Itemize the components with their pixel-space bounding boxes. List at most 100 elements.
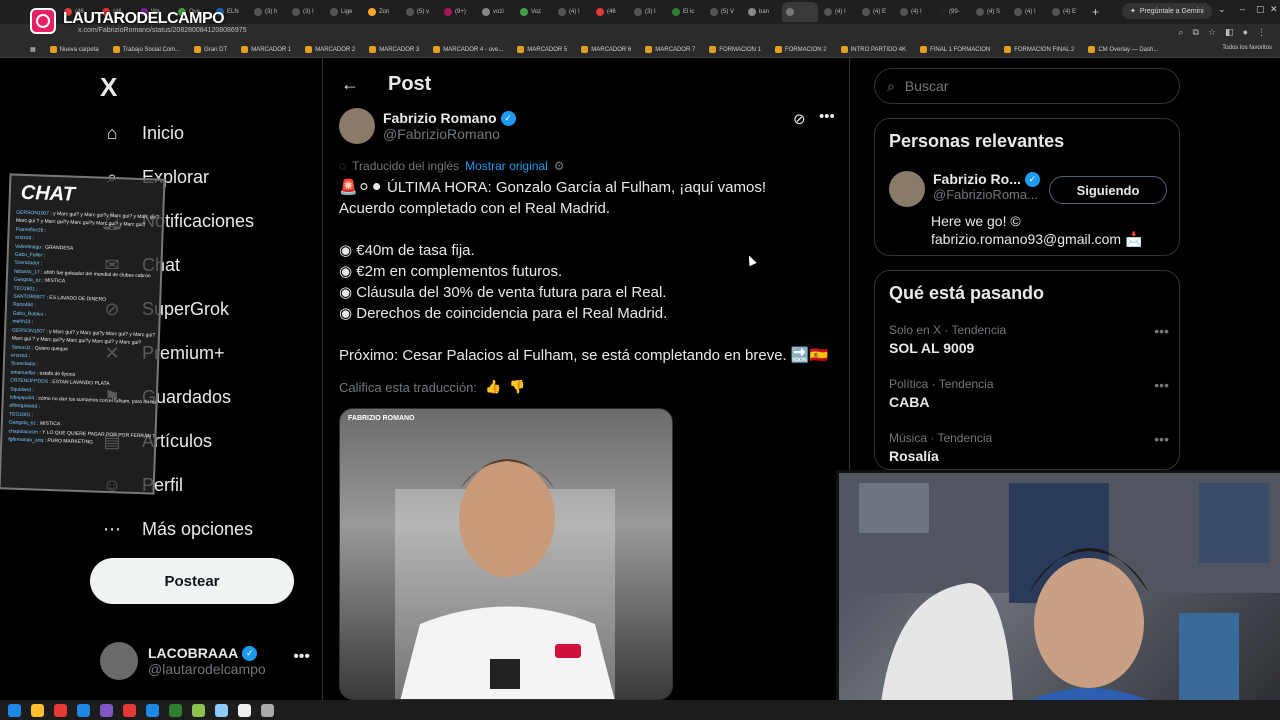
browser-icon[interactable] (146, 703, 159, 717)
post-author[interactable]: Fabrizio Romano ✓ @FabrizioRomano (339, 108, 516, 144)
trend-item[interactable]: Política · Tendencia CABA ••• (889, 377, 1169, 410)
following-button[interactable]: Siguiendo (1049, 176, 1167, 204)
app-icon[interactable] (261, 703, 274, 717)
bio-email[interactable]: fabrizio.romano93@gmail.com 📩 (931, 230, 1142, 248)
more-dots-icon[interactable]: ••• (293, 648, 310, 666)
store-icon[interactable] (77, 703, 90, 717)
chrome-icon[interactable] (54, 703, 67, 717)
thumbs-down-icon[interactable]: 👎 (509, 379, 525, 395)
x-logo[interactable]: X (100, 72, 117, 103)
nav-item-inicio[interactable]: ⌂ Inicio (100, 117, 184, 149)
gemini-button[interactable]: ✦ Pregúntale a Gemini (1122, 3, 1212, 19)
browser-tab[interactable]: (99- (934, 2, 970, 22)
new-tab-icon[interactable]: + (1092, 5, 1099, 19)
windows-start-icon[interactable] (8, 703, 21, 717)
relevant-user[interactable]: Fabrizio Ro... ✓ @FabrizioRoma... (889, 171, 1040, 207)
relevant-user-name[interactable]: Fabrizio Ro... (933, 171, 1021, 187)
close-window-icon[interactable]: ✕ (1270, 4, 1278, 15)
zoom-icon[interactable]: ⌕ (1178, 27, 1183, 38)
author-avatar[interactable] (339, 108, 375, 144)
install-icon[interactable]: ⧉ (1193, 27, 1199, 38)
maximize-icon[interactable]: ▢ (1256, 4, 1265, 15)
grok-icon[interactable]: ⊘ (793, 110, 806, 128)
browser-tab[interactable]: ban (744, 2, 780, 22)
bookmark-item[interactable]: FINAL 1 FORMACION (920, 46, 990, 53)
url-text[interactable]: x.com/FabrizioRomano/status/208280084120… (78, 27, 247, 34)
browser-tab[interactable]: (4) I (1010, 2, 1046, 22)
browser-tab[interactable]: (4) I (554, 2, 590, 22)
post-text-line (339, 219, 839, 240)
bookmark-item[interactable]: FORMACION FINAL 2 (1004, 46, 1074, 53)
bookmark-item[interactable]: MARCADOR 3 (369, 46, 419, 53)
nav-item-más-opciones[interactable]: ⋯ Más opciones (100, 513, 253, 545)
browser-tab[interactable]: (3) h (250, 2, 286, 22)
browser-tab[interactable]: (4) S (972, 2, 1008, 22)
editor-icon[interactable] (238, 703, 251, 717)
browser-tab[interactable]: (3) I (288, 2, 324, 22)
browser-tab[interactable]: Zon (364, 2, 400, 22)
trend-item[interactable]: Solo en X · Tendencia SOL AL 9009 ••• (889, 323, 1169, 356)
browser-tab[interactable]: El ic (668, 2, 704, 22)
bookmark-item[interactable]: FORMACION 1 (709, 46, 761, 53)
chevron-down-icon[interactable]: ⌄ (1218, 4, 1226, 15)
browser-tab[interactable]: vozi (478, 2, 514, 22)
trend-item[interactable]: Música · Tendencia Rosalía ••• (889, 431, 1169, 464)
more-dots-icon[interactable]: ••• (1154, 431, 1169, 447)
browser-tab[interactable]: (4) I (820, 2, 856, 22)
bookmark-item[interactable]: FORMACION 2 (774, 46, 827, 53)
more-dots-icon[interactable]: ••• (1154, 377, 1169, 393)
browser-tab[interactable]: (46 (592, 2, 628, 22)
browser-tab[interactable]: (9+) (440, 2, 476, 22)
gear-icon[interactable]: ⚙ (554, 159, 565, 173)
whatsapp-icon[interactable] (192, 703, 205, 717)
bookmark-item[interactable]: INTRO PARTIDO 4K (840, 46, 906, 53)
post-image[interactable]: FABRIZIO ROMANO (339, 408, 673, 700)
spotify-icon[interactable] (169, 703, 182, 717)
more-dots-icon[interactable]: ••• (819, 108, 835, 125)
menu-icon[interactable]: ⋮ (1257, 27, 1266, 38)
bookmark-label: FORMACION FINAL 2 (1014, 46, 1075, 53)
search-input[interactable]: ⌕ Buscar (874, 68, 1180, 104)
bookmark-item[interactable]: CM Overlay — Dash... (1088, 46, 1158, 53)
bookmark-item[interactable]: MARCADOR 6 (581, 46, 631, 53)
author-name[interactable]: Fabrizio Romano (383, 110, 497, 126)
relevant-user-handle[interactable]: @FabrizioRoma... (933, 187, 1040, 202)
bookmark-item[interactable]: Gran DT (194, 46, 227, 53)
post-button[interactable]: Postear (90, 558, 294, 604)
app-icon[interactable] (100, 703, 113, 717)
bookmark-item[interactable]: Trabajo Social Com... (112, 46, 180, 53)
more-dots-icon[interactable]: ••• (1154, 323, 1169, 339)
browser-tab[interactable]: (4) I (896, 2, 932, 22)
bookmark-item[interactable]: MARCADOR 1 (241, 46, 291, 53)
star-icon[interactable]: ☆ (1208, 27, 1216, 38)
browser-tab[interactable]: (3) I (630, 2, 666, 22)
browser-tab[interactable]: (5) V (706, 2, 742, 22)
browser-tab[interactable]: (4) E (1048, 2, 1084, 22)
bookmark-item[interactable]: MARCADOR 4 - ove... (433, 46, 503, 53)
browser-tab[interactable]: (5) v (402, 2, 438, 22)
browser-tab[interactable]: Lige (326, 2, 362, 22)
all-favorites-link[interactable]: Todos los favoritos (1222, 45, 1272, 51)
back-arrow-icon[interactable]: ← (341, 74, 359, 95)
profile-icon[interactable]: ● (1243, 27, 1248, 38)
bookmark-label: MARCADOR 2 (315, 46, 356, 53)
author-handle[interactable]: @FabrizioRomano (383, 126, 516, 142)
bookmark-item[interactable]: Nueva carpeta (49, 46, 99, 53)
bookmark-item[interactable]: MARCADOR 7 (645, 46, 695, 53)
file-explorer-icon[interactable] (31, 703, 44, 717)
obs-icon[interactable] (123, 703, 136, 717)
browser-tab[interactable]: Voz (516, 2, 552, 22)
browser-tab[interactable] (782, 2, 818, 22)
bookmark-item[interactable]: MARCADOR 5 (517, 46, 567, 53)
browser-tab[interactable]: (4) E (858, 2, 894, 22)
extension-icon[interactable]: ◧ (1225, 27, 1234, 38)
notes-icon[interactable] (215, 703, 228, 717)
apps-grid-icon[interactable]: ▦ (30, 46, 36, 53)
thumbs-up-icon[interactable]: 👍 (485, 379, 501, 395)
avatar[interactable] (889, 171, 925, 207)
account-switcher[interactable]: LACOBRAAA ✓ @lautarodelcampo ••• (100, 642, 310, 680)
folder-icon (49, 46, 57, 53)
bookmark-item[interactable]: MARCADOR 2 (305, 46, 355, 53)
minimize-icon[interactable]: – (1240, 4, 1245, 14)
show-original-link[interactable]: Mostrar original (465, 159, 548, 173)
